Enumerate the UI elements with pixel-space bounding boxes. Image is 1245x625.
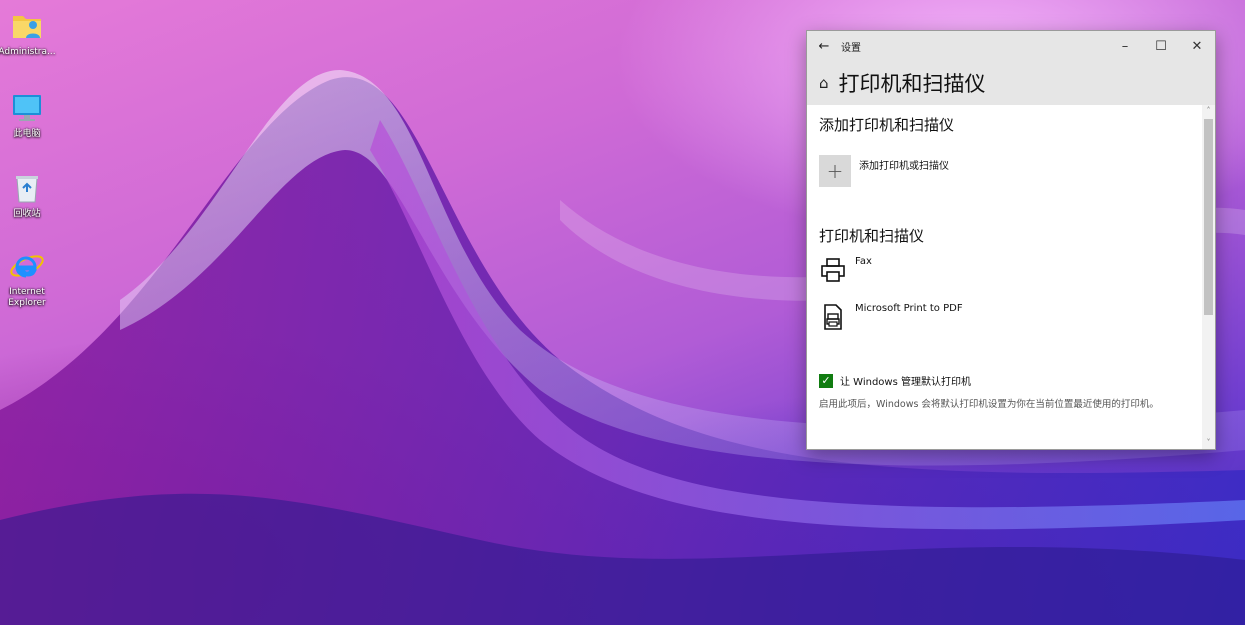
desktop-icon-label: 回收站	[13, 209, 41, 219]
desktop: Administra... 此电脑 回收站 Internet Explorer …	[0, 0, 1245, 625]
maximize-button[interactable]: ☐	[1143, 39, 1179, 54]
desktop-icon-user-folder[interactable]: Administra...	[0, 8, 56, 58]
close-button[interactable]: ✕	[1179, 39, 1215, 54]
fax-printer-icon	[821, 258, 845, 282]
desktop-icon-label: 此电脑	[13, 129, 41, 139]
scroll-thumb[interactable]	[1204, 119, 1213, 315]
default-printer-label: 让 Windows 管理默认打印机	[840, 377, 971, 388]
title-bar: ← 设置 – ☐ ✕	[807, 31, 1215, 61]
internet-explorer-icon	[10, 255, 44, 278]
user-folder-icon	[13, 16, 41, 38]
scroll-down-button[interactable]: ˅	[1202, 437, 1215, 449]
back-button[interactable]: ←	[807, 39, 841, 54]
printers-section-title: 打印机和扫描仪	[819, 227, 925, 245]
printer-name: Fax	[855, 256, 872, 267]
default-printer-option[interactable]: ✓ 让 Windows 管理默认打印机	[819, 373, 1202, 388]
recycle-bin-icon	[16, 176, 38, 203]
settings-content: 添加打印机和扫描仪 + 添加打印机或扫描仪 打印机和扫描仪 Fax Micros…	[807, 105, 1202, 449]
printer-item-pdf[interactable]: Microsoft Print to PDF	[819, 303, 1202, 331]
pdf-printer-icon	[824, 304, 842, 330]
page-title: 打印机和扫描仪	[838, 72, 986, 96]
vertical-scrollbar[interactable]: ˄ ˅	[1202, 105, 1215, 449]
default-printer-description: 启用此项后，Windows 会将默认打印机设置为你在当前位置最近使用的打印机。	[819, 399, 1159, 410]
window-title: 设置	[841, 42, 861, 54]
desktop-icon-this-pc[interactable]: 此电脑	[0, 90, 54, 140]
desktop-icon-label: Internet Explorer	[8, 287, 46, 308]
plus-icon: +	[826, 159, 844, 183]
desktop-icon-label: Administra...	[0, 47, 56, 57]
home-icon[interactable]: ⌂	[819, 74, 829, 92]
page-header: ⌂ 打印机和扫描仪	[807, 61, 1215, 105]
printer-item-fax[interactable]: Fax	[819, 256, 1202, 284]
scroll-up-button[interactable]: ˄	[1202, 105, 1215, 117]
add-printer-button[interactable]: +	[819, 155, 851, 187]
computer-icon	[13, 95, 41, 121]
add-printer-label: 添加打印机或扫描仪	[859, 161, 949, 172]
printer-name: Microsoft Print to PDF	[855, 303, 963, 314]
check-mark-icon: ✓	[821, 374, 831, 387]
desktop-icon-recycle-bin[interactable]: 回收站	[0, 170, 54, 220]
add-section-title: 添加打印机和扫描仪	[819, 116, 955, 134]
minimize-button[interactable]: –	[1107, 39, 1143, 54]
settings-window: ← 设置 – ☐ ✕ ⌂ 打印机和扫描仪 添加打印机和扫描仪 + 添加打印机或扫…	[806, 30, 1216, 450]
add-printer-row[interactable]: + 添加打印机或扫描仪	[819, 155, 1202, 187]
default-printer-checkbox[interactable]: ✓	[819, 373, 833, 388]
desktop-icon-internet-explorer[interactable]: Internet Explorer	[0, 248, 54, 309]
